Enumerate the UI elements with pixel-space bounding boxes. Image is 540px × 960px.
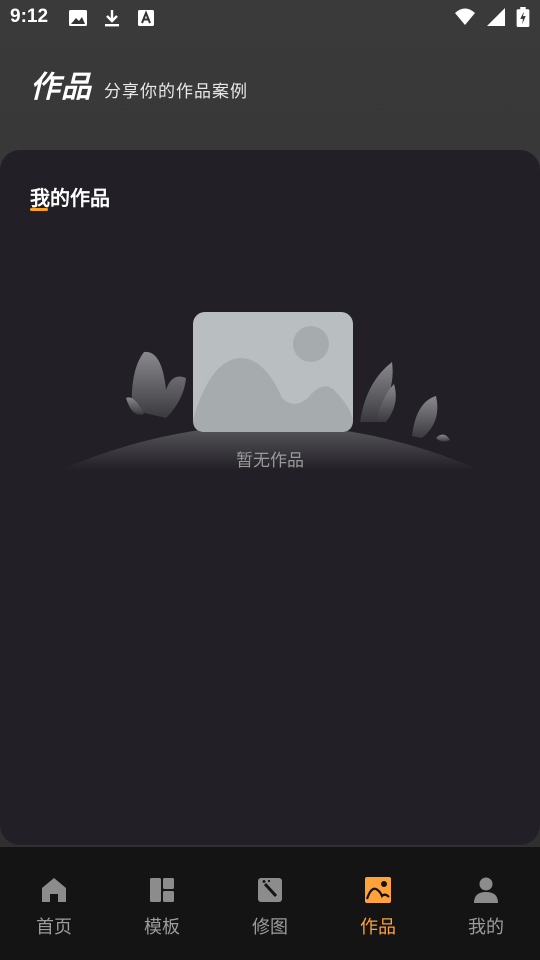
battery-charging-icon <box>516 7 530 27</box>
nav-label-template: 模板 <box>144 917 180 938</box>
status-bar: 9:12 <box>0 0 540 36</box>
home-icon <box>42 878 66 902</box>
nav-item-home[interactable]: 首页 <box>0 847 108 960</box>
nav-label-home: 首页 <box>36 917 72 938</box>
image-icon <box>69 10 87 26</box>
nav-item-mine[interactable]: 我的 <box>432 847 540 960</box>
template-icon <box>150 878 174 902</box>
magic-wand-icon <box>258 878 282 902</box>
download-icon <box>105 10 119 27</box>
section-title-my-works[interactable]: 我的作品 <box>30 182 110 211</box>
section-tab-indicator <box>30 208 48 211</box>
nav-label-works: 作品 <box>360 917 396 938</box>
wifi-icon <box>455 8 475 25</box>
nav-item-template[interactable]: 模板 <box>108 847 216 960</box>
status-time: 9:12 <box>10 6 49 27</box>
page-subtitle: 分享你的作品案例 <box>104 82 248 102</box>
page-header: 作品 分享你的作品案例 <box>30 66 248 106</box>
bottom-navigation: 首页 模板 修图 作品 我的 <box>0 847 540 960</box>
nav-label-retouch: 修图 <box>252 917 288 938</box>
works-card: 我的作品 暂无作品 <box>0 150 540 845</box>
signal-icon <box>487 8 505 26</box>
page-title: 作品 <box>30 71 92 104</box>
nav-label-mine: 我的 <box>468 917 504 938</box>
status-left-icons <box>68 8 156 28</box>
nav-item-works[interactable]: 作品 <box>324 847 432 960</box>
user-icon <box>474 877 498 903</box>
a-box-icon <box>138 10 154 26</box>
nav-item-retouch[interactable]: 修图 <box>216 847 324 960</box>
works-image-icon <box>365 877 391 903</box>
empty-state-text: 暂无作品 <box>236 451 304 471</box>
app-screen: 9:12 作品 分享你的作品案例 我的作品 暂无作品 首页 模板 修图 作品 我… <box>0 0 540 960</box>
status-right-icons <box>454 7 530 27</box>
